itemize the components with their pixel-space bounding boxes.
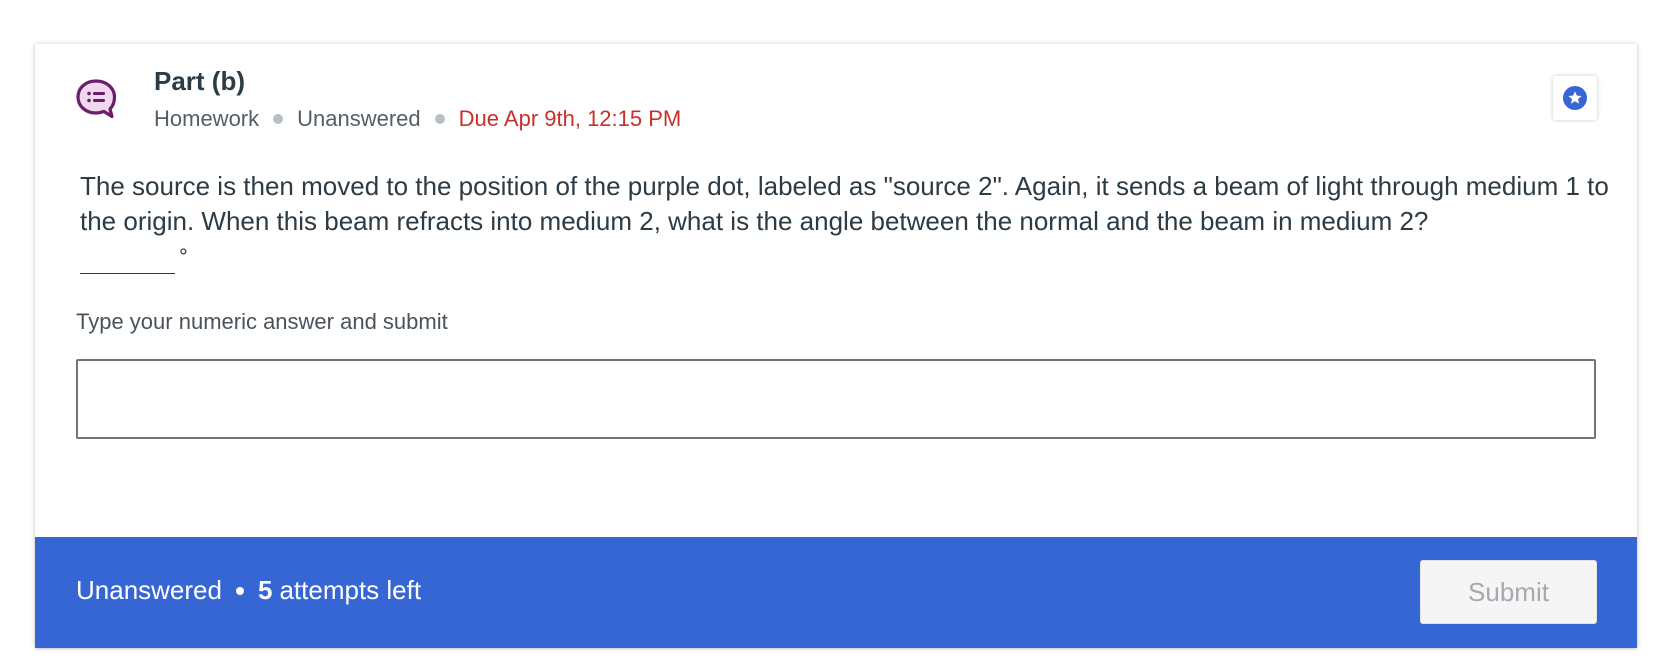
part-meta: Homework Unanswered Due Apr 9th, 12:15 P… [154,106,681,132]
question-bubble-icon [75,78,117,120]
degree-unit: ° [179,244,188,269]
bookmark-button[interactable] [1553,76,1597,120]
separator-dot [235,586,244,595]
separator-dot [434,114,445,124]
question-text: The source is then moved to the position… [80,169,1620,283]
numeric-answer-input[interactable] [76,359,1596,439]
submission-footer: Unanswered 5 attempts left Submit [35,537,1637,648]
separator-dot [273,114,284,124]
question-body: The source is then moved to the position… [80,171,1609,236]
attempts-count: 5 [257,575,273,605]
answer-status: Unanswered [297,106,421,131]
submission-status: Unanswered 5 attempts left [76,575,421,606]
star-badge-icon [1563,86,1587,110]
assignment-type: Homework [154,106,260,131]
part-title: Part (b) [154,66,245,96]
question-card: Part (b) Homework Unanswered Due Apr 9th… [35,44,1637,648]
due-date: Due Apr 9th, 12:15 PM [458,106,682,131]
footer-status: Unanswered [76,575,222,605]
answer-blank [80,249,175,274]
attempts-label: attempts left [279,575,422,605]
submit-button[interactable]: Submit [1420,560,1597,624]
answer-prompt: Type your numeric answer and submit [76,309,448,334]
